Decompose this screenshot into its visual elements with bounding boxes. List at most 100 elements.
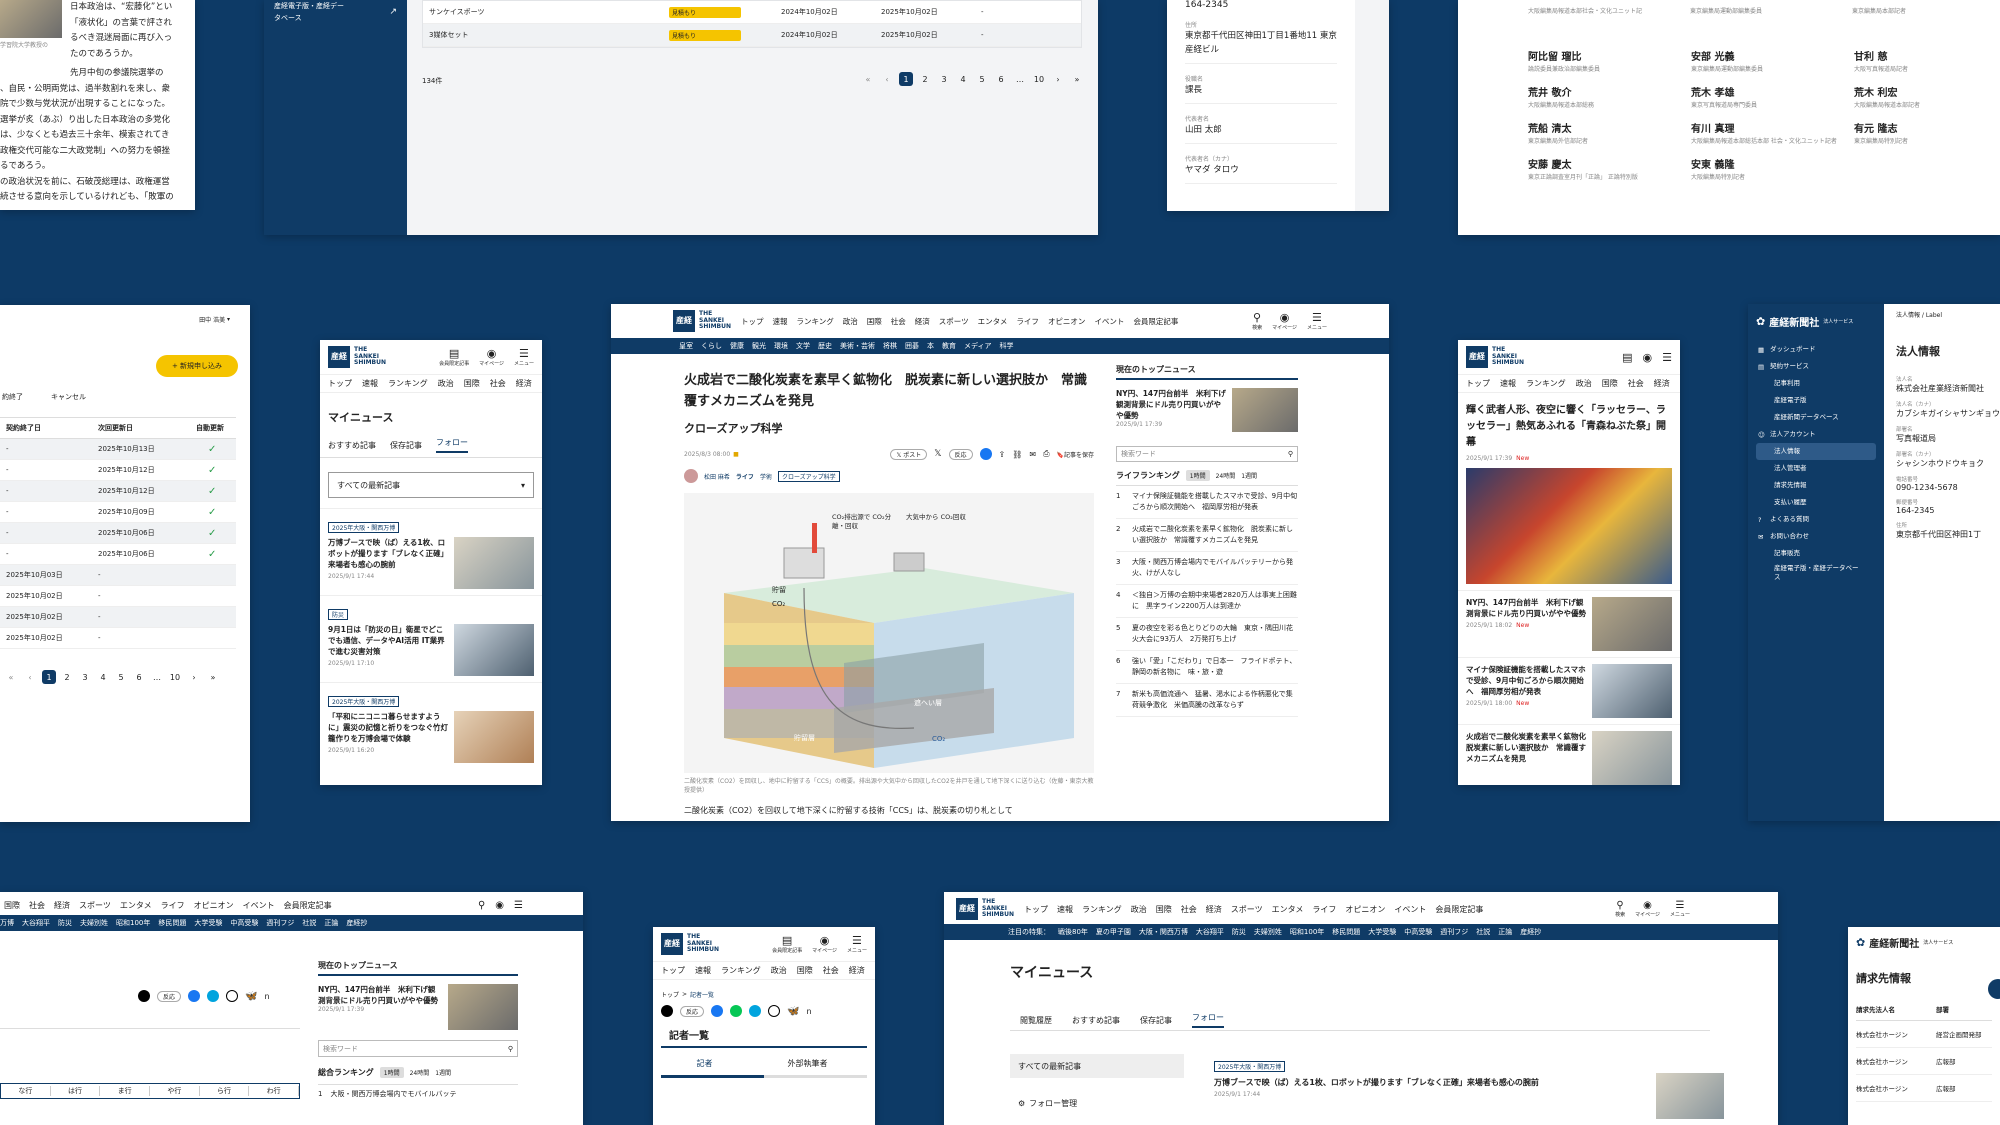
top-news-link[interactable]: NY円、147円台前半 米利下げ観測背景にドル売り円買いがやや優勢: [1116, 388, 1226, 421]
search-icon[interactable]: ⚲: [1288, 450, 1293, 458]
mypage-icon[interactable]: ◉ マイページ: [1272, 311, 1297, 331]
ranking-item[interactable]: 大阪・関西万博会場内でモバイルバッテ: [330, 1089, 456, 1099]
reporter-item[interactable]: 甘利 慈大阪写真報道局記者: [1854, 48, 1994, 74]
ranking-item[interactable]: 6 強い「愛」「こだわり」で日本一 フライドポテト、静岡の新名物に 味・旅・遊: [1116, 651, 1298, 684]
subnav-item[interactable]: 移民問題: [1332, 927, 1360, 937]
table-row[interactable]: 2025年10月02日 -: [0, 607, 236, 628]
subnav-item[interactable]: 美術・芸術: [840, 341, 875, 351]
nav-item[interactable]: 政治: [1131, 904, 1147, 915]
new-application-button[interactable]: + 新規申し込み: [156, 355, 238, 377]
table-row[interactable]: - 2025年10月09日 ✓: [0, 502, 236, 523]
nav-item[interactable]: 国際: [867, 316, 882, 327]
subnav-item[interactable]: 大学受験: [194, 918, 222, 928]
page-7[interactable]: …: [1013, 72, 1027, 86]
reporter-item[interactable]: 有川 真理 大阪編集局報道本部総括本部 社会・文化ユニット記者: [1691, 120, 1854, 146]
nav-item[interactable]: スポーツ: [79, 900, 111, 911]
nav-item[interactable]: ライフ: [1312, 904, 1336, 915]
sidebar-item[interactable]: ✉ お問い合わせ: [1756, 528, 1876, 545]
nav-item[interactable]: 社会: [891, 316, 906, 327]
nav-item[interactable]: オピニオン: [1048, 316, 1086, 327]
bluesky-icon[interactable]: 🦋: [245, 991, 257, 1002]
x-icon[interactable]: [138, 990, 150, 1002]
breadcrumb-top[interactable]: トップ: [661, 990, 679, 999]
top-news-link[interactable]: NY円、147円台前半 米利下げ観測背景にドル売り円買いがやや優勢: [318, 984, 442, 1006]
nav-item[interactable]: 会員限定記事: [1435, 904, 1483, 915]
nav-item[interactable]: ランキング: [1082, 904, 1122, 915]
tab-saved[interactable]: 保存記事: [1140, 1015, 1172, 1026]
article-tag[interactable]: 2025年大阪・関西万博: [1214, 1061, 1286, 1072]
reporter-item[interactable]: 安藤 慶太 東京正論調査室月刊「正論」 正論特別版: [1528, 156, 1691, 182]
nav-item[interactable]: イベント: [1094, 316, 1124, 327]
subnav-item[interactable]: 大学受験: [1368, 927, 1396, 937]
subnav-item[interactable]: 正論: [324, 918, 338, 928]
subnav-item[interactable]: 昭和100年: [1290, 927, 1324, 937]
filter-all-latest[interactable]: すべての最新記事: [1010, 1054, 1184, 1078]
sidebar-item[interactable]: 法人管理者: [1756, 460, 1876, 477]
tab-reporters[interactable]: 記者: [653, 1058, 756, 1069]
subnav-item[interactable]: 産経抄: [1520, 927, 1541, 937]
nav-item[interactable]: ライフ: [161, 900, 185, 911]
nav-item[interactable]: 国際: [1602, 378, 1618, 389]
news-item[interactable]: 火成岩で二酸化炭素を素早く鉱物化 脱炭素に新しい選択肢か 常識覆すメカニズムを発…: [1458, 724, 1680, 785]
table-row[interactable]: サンケイスポーツ 見積もり 2024年10月02日 2025年10月02日 -: [423, 1, 1081, 24]
page-7[interactable]: …: [150, 670, 164, 684]
hatena-icon[interactable]: [749, 1005, 762, 1017]
menu-icon[interactable]: ☰ メニュー: [1670, 900, 1690, 918]
x-icon[interactable]: 𝕏: [934, 449, 941, 459]
subnav-item[interactable]: 正論: [1498, 927, 1512, 937]
subnav-item[interactable]: 歴史: [818, 341, 832, 351]
reporter-item[interactable]: 安東 義隆 大阪編集局特別記者: [1691, 156, 1854, 182]
kana-tab[interactable]: ら行: [200, 1086, 250, 1096]
react-button[interactable]: 反応: [680, 1005, 705, 1017]
sidebar-link-database[interactable]: 産経電子版・産経デー タベース: [274, 0, 344, 24]
x-icon[interactable]: [661, 1005, 673, 1017]
ranking-item[interactable]: 7 新米も高価流通へ 猛暑、渇水による作柄悪化で集荷競争激化 米価高騰の改革ならず: [1116, 684, 1298, 717]
nav-item[interactable]: 社会: [1628, 378, 1644, 389]
facebook-icon[interactable]: [188, 990, 201, 1002]
kana-tab[interactable]: や行: [150, 1086, 200, 1096]
subnav-item[interactable]: 週刊フジ: [266, 918, 294, 928]
search-icon[interactable]: ⚲ 検索: [1252, 311, 1262, 331]
subnav-item[interactable]: 皇室: [679, 341, 693, 351]
tab-history[interactable]: 閲覧履歴: [1020, 1015, 1052, 1026]
nav-item[interactable]: スポーツ: [939, 316, 969, 327]
nav-item[interactable]: スポーツ: [1231, 904, 1263, 915]
page-1[interactable]: 1: [42, 670, 56, 684]
tab-follow[interactable]: フォロー: [436, 437, 468, 453]
subnav-item[interactable]: 大谷翔平: [22, 918, 50, 928]
reporter-item[interactable]: 阿比留 瑠比 論説委員兼政治部編集委員: [1528, 48, 1691, 74]
first-page-button[interactable]: «: [861, 72, 875, 86]
subnav-item[interactable]: 本: [927, 341, 934, 351]
subnav-item[interactable]: 夫婦別姓: [1254, 927, 1282, 937]
nav-item[interactable]: 会員限定記事: [284, 900, 332, 911]
subnav-item[interactable]: 環境: [774, 341, 788, 351]
table-row[interactable]: - 2025年10月06日 ✓: [0, 523, 236, 544]
tab-follow[interactable]: フォロー: [1192, 1012, 1224, 1028]
subnav-item[interactable]: 産経抄: [346, 918, 367, 928]
subnav-item[interactable]: 移民問題: [158, 918, 186, 928]
last-page-button[interactable]: »: [1070, 72, 1084, 86]
nav-item[interactable]: ランキング: [797, 316, 834, 327]
subnav-item[interactable]: 中高受験: [230, 918, 258, 928]
nav-item[interactable]: イベント: [243, 900, 275, 911]
page-4[interactable]: 4: [96, 670, 110, 684]
sidebar-item[interactable]: 法人情報: [1756, 443, 1876, 460]
article-tag[interactable]: 防災: [328, 609, 349, 620]
react-button[interactable]: 反応: [948, 448, 973, 460]
nav-item[interactable]: 国際: [1156, 904, 1172, 915]
facebook-icon[interactable]: [979, 448, 992, 460]
table-row[interactable]: 2025年10月02日 -: [0, 586, 236, 607]
tab-recommended[interactable]: おすすめ記事: [328, 440, 376, 451]
kana-tab[interactable]: わ行: [249, 1086, 300, 1096]
table-row[interactable]: 2025年10月02日 -: [0, 628, 236, 649]
subnav-item[interactable]: 昭和100年: [116, 918, 150, 928]
sidebar-item[interactable]: 請求先情報: [1756, 477, 1876, 494]
news-item[interactable]: 防災 9月1日は「防災の日」衛星でどこでも通信、データやAI活用 IT業界で進む災…: [320, 595, 542, 682]
article-tag[interactable]: 2025年大阪・関西万博: [328, 522, 400, 533]
nav-item[interactable]: 経済: [1206, 904, 1222, 915]
subnav-item[interactable]: 週刊フジ: [1440, 927, 1468, 937]
kana-tab[interactable]: な行: [1, 1086, 51, 1096]
page-6[interactable]: 6: [132, 670, 146, 684]
nav-item[interactable]: 社会: [1181, 904, 1197, 915]
subnav-item[interactable]: 大谷翔平: [1196, 927, 1224, 937]
